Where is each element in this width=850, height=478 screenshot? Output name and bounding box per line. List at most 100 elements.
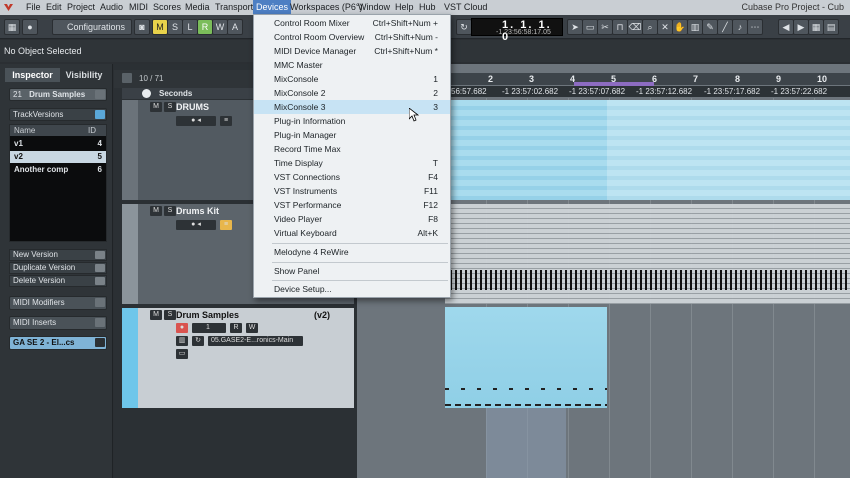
menu-item-control-room-overview[interactable]: Control Room Overview Ctrl+Shift+Num -: [254, 30, 450, 44]
quantize-icon[interactable]: ▤: [823, 19, 839, 35]
menu-item-melodyne-rewire[interactable]: Melodyne 4 ReWire: [254, 245, 450, 259]
line-tool-icon[interactable]: ╱: [717, 19, 733, 35]
solo-button[interactable]: S: [164, 102, 176, 112]
menu-project[interactable]: Project: [64, 2, 98, 13]
automation-button[interactable]: A: [227, 19, 243, 35]
menu-vst-cloud[interactable]: VST Cloud: [441, 2, 490, 13]
menu-item-vst-instruments[interactable]: VST Instruments F11: [254, 184, 450, 198]
window-layout-button[interactable]: ▦: [4, 19, 20, 35]
drums-folder-part[interactable]: [445, 100, 607, 200]
menu-edit[interactable]: Edit: [43, 2, 65, 13]
midi-channel[interactable]: 1: [192, 323, 226, 333]
mute-tool-icon[interactable]: ✕: [657, 19, 673, 35]
output-routing[interactable]: 05.GASE2-E...ronics-Main: [208, 336, 303, 346]
time-display[interactable]: 1. 1. 1. 0 -1 23:56:58:17.05: [471, 18, 563, 43]
glue-tool-icon[interactable]: ⊓: [612, 19, 628, 35]
duplicate-version-button[interactable]: Duplicate Version: [9, 262, 107, 274]
menu-item-vst-connections[interactable]: VST Connections F4: [254, 170, 450, 184]
nudge-right-icon[interactable]: ▶: [793, 19, 809, 35]
menu-hub[interactable]: Hub: [416, 2, 439, 13]
write-button[interactable]: W: [212, 19, 228, 35]
delete-version-button[interactable]: Delete Version: [9, 275, 107, 287]
solo-button[interactable]: S: [164, 310, 176, 320]
draw-tool-icon[interactable]: ✎: [702, 19, 718, 35]
menu-item-virtual-keyboard[interactable]: Virtual Keyboard Alt+K: [254, 226, 450, 240]
tab-inspector[interactable]: Inspector: [5, 68, 60, 82]
menu-item-show-panel[interactable]: Show Panel: [254, 264, 450, 278]
drum-samples-part[interactable]: [445, 307, 607, 408]
menu-transport[interactable]: Transport: [212, 2, 256, 13]
menu-item-mixconsole-3[interactable]: MixConsole 3 3: [254, 100, 450, 114]
track-drum-samples[interactable]: M S Drum Samples (v2) ● 1 R W ▥ ↻ 05.GAS…: [122, 308, 354, 410]
seconds-ruler[interactable]: 56:57.682 -1 23:57:02.682 -1 23:57:07.68…: [445, 86, 850, 97]
version-row[interactable]: v1 4: [10, 138, 106, 150]
menu-scores[interactable]: Scores: [150, 2, 184, 13]
midi-modifiers-section[interactable]: MIDI Modifiers: [9, 296, 107, 310]
menu-item-midi-device-manager[interactable]: MIDI Device Manager Ctrl+Shift+Num *: [254, 44, 450, 58]
write-button[interactable]: W: [246, 323, 258, 333]
track-versions-header[interactable]: TrackVersions: [9, 108, 107, 121]
nudge-left-icon[interactable]: ◀: [778, 19, 794, 35]
play-tool-icon[interactable]: ♪: [732, 19, 748, 35]
zoom-tool-icon[interactable]: ⌕: [642, 19, 658, 35]
range-tool-icon[interactable]: ▭: [582, 19, 598, 35]
comp-tool-icon[interactable]: ▥: [687, 19, 703, 35]
version-row[interactable]: Another comp 6: [10, 164, 106, 176]
track-add-icon[interactable]: [122, 73, 132, 83]
menu-midi[interactable]: MIDI: [126, 2, 151, 13]
bar-ruler[interactable]: 2 3 4 5 6 7 8 9 10: [445, 73, 850, 94]
solo-button[interactable]: S: [164, 206, 176, 216]
menu-item-device-setup[interactable]: Device Setup...: [254, 282, 450, 296]
menu-item-mmc-master[interactable]: MMC Master: [254, 58, 450, 72]
link-icon[interactable]: ↻: [192, 336, 204, 346]
read-button[interactable]: R: [230, 323, 242, 333]
menu-item-mixconsole[interactable]: MixConsole 1: [254, 72, 450, 86]
pointer-tool-icon[interactable]: ➤: [567, 19, 583, 35]
menu-item-video-player[interactable]: Video Player F8: [254, 212, 450, 226]
camera-icon[interactable]: ◙: [134, 19, 150, 35]
record-monitor-controls[interactable]: ● ◂: [176, 220, 216, 230]
menu-item-plugin-information[interactable]: Plug-in Information: [254, 114, 450, 128]
new-version-button[interactable]: New Version: [9, 249, 107, 261]
menu-file[interactable]: File: [23, 2, 44, 13]
menu-item-record-time-max[interactable]: Record Time Max: [254, 142, 450, 156]
menu-item-control-room-mixer[interactable]: Control Room Mixer Ctrl+Shift+Num +: [254, 16, 450, 30]
inspector-track-header[interactable]: 21 Drum Samples: [9, 88, 107, 101]
mute-button[interactable]: M: [152, 19, 168, 35]
instrument-slot[interactable]: GA SE 2 - El...cs: [9, 336, 107, 350]
edit-instrument-icon[interactable]: [95, 90, 105, 99]
menu-item-vst-performance[interactable]: VST Performance F12: [254, 198, 450, 212]
menu-item-mixconsole-2[interactable]: MixConsole 2 2: [254, 86, 450, 100]
tab-visibility[interactable]: Visibility: [61, 68, 107, 82]
record-monitor-controls[interactable]: ● ◂: [176, 116, 216, 126]
track-versions-icon[interactable]: [95, 110, 105, 119]
record-enable-button[interactable]: ●: [176, 323, 188, 333]
grid-icon[interactable]: ▦: [808, 19, 824, 35]
snap-icon[interactable]: ⋯: [747, 19, 763, 35]
menu-window[interactable]: Window: [355, 2, 393, 13]
listen-button[interactable]: L: [182, 19, 198, 35]
erase-tool-icon[interactable]: ⌫: [627, 19, 643, 35]
record-mode-button[interactable]: ●: [22, 19, 38, 35]
folder-settings-icon[interactable]: ≡: [220, 220, 232, 230]
lane-icon[interactable]: ▭: [176, 349, 188, 359]
mute-button[interactable]: M: [150, 206, 162, 216]
configurations-button[interactable]: Configurations: [52, 19, 132, 35]
menu-devices[interactable]: Devices: [253, 0, 292, 15]
solo-button[interactable]: S: [167, 19, 183, 35]
keyboard-icon[interactable]: ▥: [176, 336, 188, 346]
drums-folder-part[interactable]: [607, 100, 850, 200]
menu-media[interactable]: Media: [182, 2, 213, 13]
transport-cycle-icon[interactable]: ↻: [456, 19, 472, 35]
split-tool-icon[interactable]: ✂: [597, 19, 613, 35]
menu-workspaces[interactable]: Workspaces (P6°): [287, 2, 365, 13]
mute-button[interactable]: M: [150, 310, 162, 320]
midi-inserts-section[interactable]: MIDI Inserts: [9, 316, 107, 330]
version-row-selected[interactable]: v2 5: [10, 151, 106, 163]
menu-audio[interactable]: Audio: [97, 2, 126, 13]
read-button[interactable]: R: [197, 19, 213, 35]
hand-tool-icon[interactable]: ✋: [672, 19, 688, 35]
menu-item-plugin-manager[interactable]: Plug-in Manager: [254, 128, 450, 142]
menu-help[interactable]: Help: [392, 2, 417, 13]
instrument-edit-icon[interactable]: [95, 338, 105, 347]
